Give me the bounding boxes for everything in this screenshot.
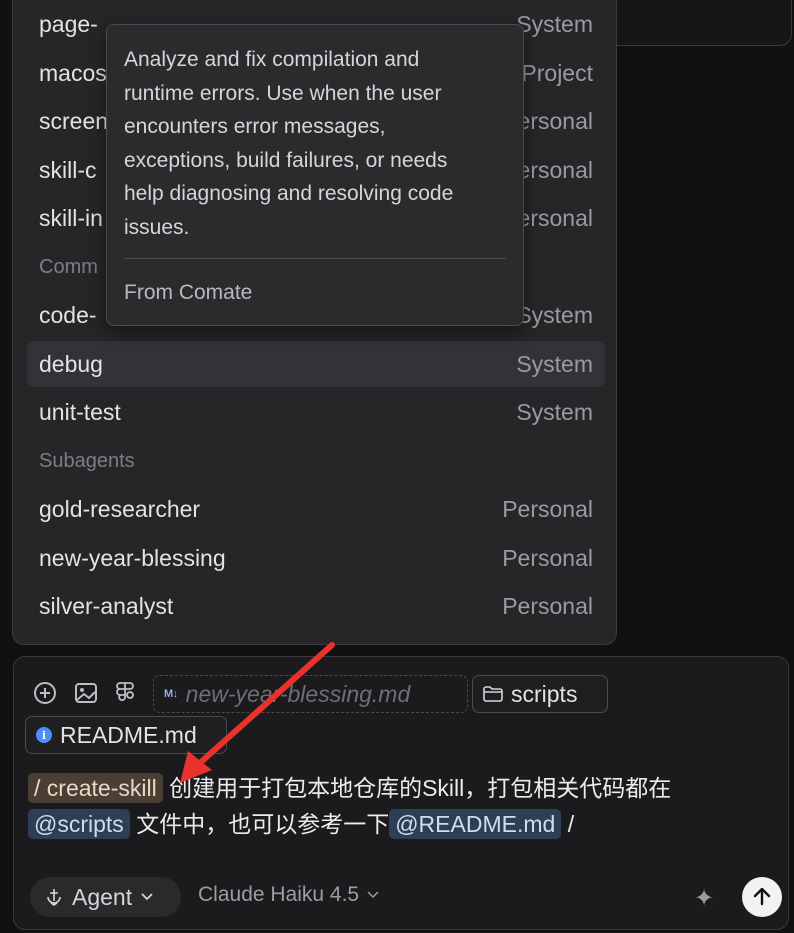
message-text: / (567, 811, 575, 837)
chip-label: new-year-blessing.md (185, 680, 411, 707)
tooltip-line: exceptions, build failures, or needs (124, 148, 448, 172)
mention-pill[interactable]: @README.md (389, 809, 562, 839)
dropdown-item[interactable]: silver-analyst Personal (27, 583, 605, 629)
dropdown-item[interactable]: gold-researcher Personal (27, 486, 605, 532)
chip-label: scripts (511, 680, 578, 707)
tooltip-description: Analyze and fix compilation and runtime … (124, 43, 506, 244)
slash-command-pill[interactable]: / create-skill (28, 773, 163, 803)
item-source: Project (521, 59, 593, 86)
message-line-1[interactable]: / create-skill 创建用于打包本地仓库的Skill，打包相关代码都在 (28, 768, 768, 808)
file-chip[interactable]: i README.md (25, 716, 227, 754)
arrow-up-icon (753, 887, 771, 906)
model-selector[interactable]: Claude Haiku 4.5 (198, 883, 379, 907)
item-name: code- (39, 301, 97, 328)
mention-pill[interactable]: @scripts (28, 809, 130, 839)
item-source: Personal (502, 544, 593, 571)
item-name: unit-test (39, 398, 121, 425)
info-icon: i (36, 727, 52, 743)
tooltip-line: runtime errors. Use when the user (124, 81, 442, 105)
item-name: macos (39, 59, 107, 86)
tooltip-line: encounters error messages, (124, 115, 386, 138)
chevron-down-icon (141, 893, 153, 901)
suggested-file-chip[interactable]: M↓ new-year-blessing.md (153, 675, 468, 713)
item-name: page- (39, 10, 98, 37)
dropdown-item[interactable]: unit-test System (27, 389, 605, 435)
mode-label: Agent (72, 883, 133, 910)
sparkle-icon[interactable]: ✦ (694, 884, 714, 913)
add-circle-icon[interactable] (32, 680, 58, 706)
image-icon[interactable] (73, 680, 99, 706)
chip-label: README.md (60, 721, 197, 748)
tooltip-source: From Comate (124, 281, 253, 304)
item-source: Personal (502, 592, 593, 619)
dropdown-item-selected[interactable]: debug System (27, 341, 605, 387)
markdown-icon: M↓ (164, 688, 178, 700)
dropdown-item[interactable]: new-year-blessing Personal (27, 535, 605, 581)
agent-icon (47, 889, 61, 906)
item-name: debug (39, 350, 103, 377)
model-label: Claude Haiku 4.5 (198, 883, 360, 906)
item-name: skill-in (39, 204, 103, 231)
item-name: screen (39, 107, 109, 134)
item-source: System (516, 398, 593, 425)
tooltip-line: help diagnosing and resolving code (124, 182, 454, 205)
tooltip-line: issues. (124, 215, 190, 239)
tooltip-line: Analyze and fix compilation and (124, 48, 420, 71)
section-header-subagents: Subagents (39, 450, 135, 472)
message-line-2[interactable]: @scripts 文件中，也可以参考一下 @README.md / (28, 804, 768, 844)
message-text: 创建用于打包本地仓库的Skill，打包相关代码都在 (169, 775, 672, 801)
send-button[interactable] (742, 877, 782, 917)
command-tooltip: Analyze and fix compilation and runtime … (106, 24, 524, 326)
mode-selector[interactable]: Agent (30, 877, 181, 917)
tooltip-divider (124, 258, 506, 259)
item-name: gold-researcher (39, 495, 201, 522)
item-name: new-year-blessing (39, 544, 226, 571)
section-header-commands: Comm (39, 256, 98, 278)
item-source: System (516, 350, 593, 377)
folder-chip[interactable]: scripts (472, 675, 608, 713)
stage: page- System macos Project screen Person… (0, 0, 794, 933)
item-source: System (516, 301, 593, 328)
folder-icon (483, 686, 503, 702)
item-name: silver-analyst (39, 592, 174, 619)
item-source: System (516, 10, 593, 37)
figma-icon[interactable] (112, 680, 138, 706)
item-source: Personal (502, 495, 593, 522)
chevron-down-icon (367, 891, 379, 899)
item-name: skill-c (39, 156, 97, 183)
message-text: 文件中，也可以参考一下 (136, 811, 390, 837)
